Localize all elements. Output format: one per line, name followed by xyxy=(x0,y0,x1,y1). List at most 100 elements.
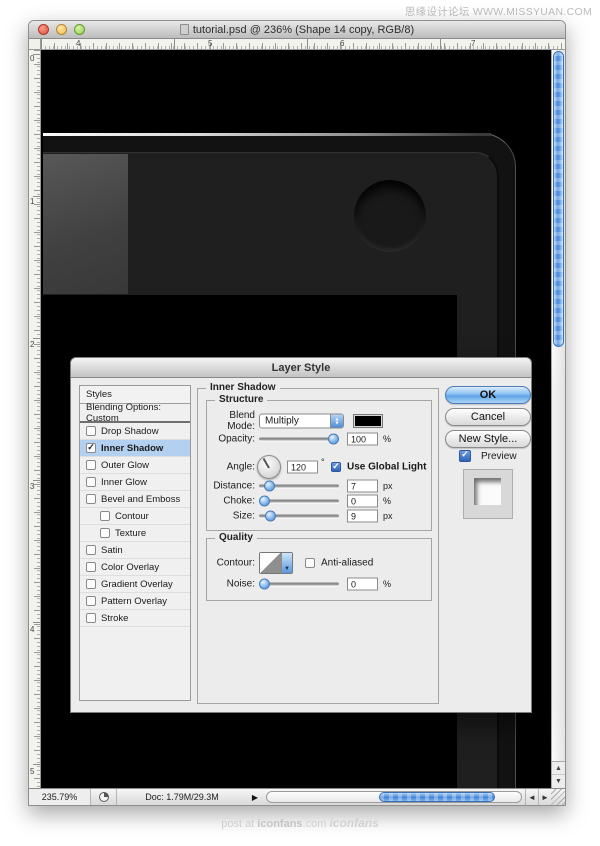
use-global-light-label: Use Global Light xyxy=(347,461,427,473)
ruler-number: 4 xyxy=(76,39,81,48)
scroll-right-arrow[interactable]: ► xyxy=(538,789,551,805)
sidebar-item-outer-glow[interactable]: Outer Glow xyxy=(80,457,190,474)
vertical-scrollbar[interactable]: ▲ ▼ xyxy=(551,50,565,788)
shadow-color-swatch[interactable] xyxy=(353,414,383,428)
sidebar-item-color-overlay[interactable]: Color Overlay xyxy=(80,559,190,576)
angle-dial[interactable] xyxy=(257,455,281,479)
sidebar-item-bevel-and-emboss[interactable]: Bevel and Emboss xyxy=(80,491,190,508)
new-style-button[interactable]: New Style... xyxy=(445,430,531,448)
size-slider-thumb[interactable] xyxy=(265,510,276,522)
blend-mode-select[interactable]: Multiply ▲ ▼ xyxy=(259,413,344,429)
sidebar-item-blending-options[interactable]: Blending Options: Custom xyxy=(80,402,190,424)
checkbox-icon[interactable] xyxy=(86,545,96,555)
ruler-number: 7 xyxy=(471,39,476,48)
status-clock-icon[interactable] xyxy=(91,789,117,805)
contour-curve-icon xyxy=(260,553,281,573)
sidebar-item-inner-shadow[interactable]: Inner Shadow xyxy=(80,440,190,457)
artwork-top-highlight xyxy=(43,133,491,136)
anti-aliased-label: Anti-aliased xyxy=(321,557,374,569)
choke-label: Choke: xyxy=(223,495,255,507)
distance-unit: px xyxy=(383,481,393,491)
checkbox-icon[interactable] xyxy=(86,460,96,470)
ruler-number: 0 xyxy=(30,54,35,63)
opacity-label: Opacity: xyxy=(218,433,255,445)
choke-field[interactable]: 0 xyxy=(347,494,378,508)
quality-group: Quality Contour: ▼ Anti-aliased Noise: 0… xyxy=(206,532,432,601)
checkbox-icon[interactable] xyxy=(86,443,96,453)
checkbox-icon[interactable] xyxy=(86,477,96,487)
sidebar-item-pattern-overlay[interactable]: Pattern Overlay xyxy=(80,593,190,610)
size-slider[interactable] xyxy=(259,510,339,522)
checkbox-icon[interactable] xyxy=(86,562,96,572)
checkbox-icon[interactable] xyxy=(86,596,96,606)
cancel-button[interactable]: Cancel xyxy=(445,408,531,426)
scroll-down-arrow[interactable]: ▼ xyxy=(552,775,565,788)
horizontal-scrollbar[interactable] xyxy=(266,791,522,803)
window-resize-grip[interactable] xyxy=(551,789,565,805)
noise-slider[interactable] xyxy=(259,578,339,590)
sidebar-item-texture[interactable]: Texture xyxy=(80,525,190,542)
angle-field[interactable]: 120 xyxy=(287,460,318,474)
ruler-number: 4 xyxy=(30,625,35,634)
sidebar-item-satin[interactable]: Satin xyxy=(80,542,190,559)
checkbox-icon[interactable] xyxy=(86,613,96,623)
vertical-scrollbar-thumb[interactable] xyxy=(553,51,564,347)
select-stepper-icon: ▲ ▼ xyxy=(330,414,343,428)
ruler-number: 6 xyxy=(340,39,345,48)
distance-slider-thumb[interactable] xyxy=(264,480,275,492)
ruler-corner xyxy=(29,39,41,50)
checkbox-icon[interactable] xyxy=(86,579,96,589)
sidebar-item-gradient-overlay[interactable]: Gradient Overlay xyxy=(80,576,190,593)
opacity-field[interactable]: 100 xyxy=(347,432,378,446)
ruler-number: 5 xyxy=(30,767,35,776)
footer-watermark: post at iconfans.com iconfans xyxy=(221,816,379,830)
choke-slider-thumb[interactable] xyxy=(259,495,270,507)
choke-slider[interactable] xyxy=(259,495,339,507)
opacity-unit: % xyxy=(383,434,392,444)
vertical-ruler: 0 1 2 3 4 5 xyxy=(29,50,41,788)
noise-field[interactable]: 0 xyxy=(347,577,378,591)
dialog-titlebar[interactable]: Layer Style xyxy=(71,358,531,378)
artwork-camera-circle xyxy=(354,180,426,252)
distance-slider[interactable] xyxy=(259,480,339,492)
sidebar-item-drop-shadow[interactable]: Drop Shadow xyxy=(80,423,190,440)
anti-aliased-checkbox[interactable] xyxy=(305,558,315,568)
horizontal-scrollbar-thumb[interactable] xyxy=(379,792,495,802)
style-preview-thumbnail xyxy=(463,469,513,519)
angle-label: Angle: xyxy=(226,461,255,473)
contour-picker[interactable]: ▼ xyxy=(259,552,293,574)
site-watermark: 思缘设计论坛 WWW.MISSYUAN.COM xyxy=(404,6,592,18)
distance-field[interactable]: 7 xyxy=(347,479,378,493)
noise-slider-thumb[interactable] xyxy=(259,578,270,590)
scroll-up-arrow[interactable]: ▲ xyxy=(552,762,565,775)
sidebar-item-stroke[interactable]: Stroke xyxy=(80,610,190,627)
preview-square xyxy=(474,478,501,505)
quality-group-title: Quality xyxy=(215,532,257,543)
zoom-level-field[interactable]: 235.79% xyxy=(29,789,91,805)
status-bar: 235.79% Doc: 1.79M/29.3M ▶ ◄ ► xyxy=(29,788,565,805)
checkbox-icon[interactable] xyxy=(100,511,110,521)
checkbox-icon[interactable] xyxy=(100,528,110,538)
structure-group-title: Structure xyxy=(215,394,268,405)
chevron-down-icon: ▼ xyxy=(281,553,292,573)
preview-label: Preview xyxy=(481,450,517,462)
opacity-slider[interactable] xyxy=(259,433,339,445)
checkbox-icon[interactable] xyxy=(86,426,96,436)
sidebar-item-contour[interactable]: Contour xyxy=(80,508,190,525)
window-titlebar[interactable]: tutorial.psd @ 236% (Shape 14 copy, RGB/… xyxy=(29,21,565,39)
size-unit: px xyxy=(383,511,393,521)
status-popup-arrow-icon[interactable]: ▶ xyxy=(247,789,263,805)
use-global-light-checkbox[interactable] xyxy=(331,462,341,472)
size-field[interactable]: 9 xyxy=(347,509,378,523)
sidebar-item-inner-glow[interactable]: Inner Glow xyxy=(80,474,190,491)
opacity-slider-thumb[interactable] xyxy=(328,433,339,445)
preview-checkbox[interactable] xyxy=(459,450,471,462)
artwork-glass-strip xyxy=(43,154,128,294)
ruler-number: 5 xyxy=(208,39,213,48)
ruler-number: 1 xyxy=(30,197,35,206)
ok-button[interactable]: OK xyxy=(445,386,531,404)
document-icon xyxy=(179,23,189,35)
checkbox-icon[interactable] xyxy=(86,494,96,504)
scroll-left-arrow[interactable]: ◄ xyxy=(525,789,538,805)
dialog-title: Layer Style xyxy=(271,361,331,374)
